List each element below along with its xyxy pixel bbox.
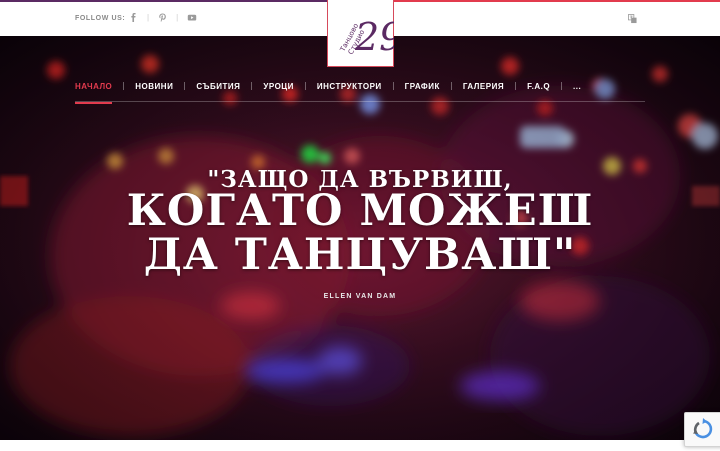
nav-divider — [251, 82, 253, 90]
nav-divider — [450, 82, 452, 90]
follow-us-label: FOLLOW US: — [75, 15, 126, 22]
nav-divider — [561, 82, 563, 90]
top-accent-line — [390, 0, 720, 2]
nav-item-schedule[interactable]: ГРАФИК — [405, 82, 440, 91]
logo-number: 29 — [354, 15, 394, 59]
translate-icon[interactable] — [628, 14, 637, 24]
quote-author: ELLEN VAN DAM — [323, 293, 397, 300]
nav-item-faq[interactable]: F.A.Q — [527, 82, 550, 91]
logo-graphic: Танцово Студио 29 — [338, 15, 394, 59]
recaptcha-icon — [693, 418, 713, 439]
nav-item-news[interactable]: НОВИНИ — [135, 82, 173, 91]
nav-divider — [392, 82, 394, 90]
hero-quote-line2: КОГАТО МОЖЕШ — [126, 186, 594, 236]
nav-divider — [515, 82, 517, 90]
nav-underline — [75, 101, 645, 102]
nav-divider — [184, 82, 186, 90]
studio-logo[interactable]: Танцово Студио 29 — [327, 0, 394, 67]
social-divider: | — [176, 13, 179, 22]
social-links: | | — [129, 13, 197, 22]
nav-item-more[interactable]: ... — [573, 82, 581, 91]
nav-item-lessons[interactable]: УРОЦИ — [263, 82, 294, 91]
nav-item-gallery[interactable]: ГАЛЕРИЯ — [463, 82, 504, 91]
social-divider: | — [147, 13, 150, 22]
hero-quote-line3: ДА ТАНЦУВАШ" — [143, 230, 577, 280]
page-bottom-strip — [0, 440, 720, 450]
nav-item-instructors[interactable]: ИНСТРУКТОРИ — [317, 82, 382, 91]
nav-divider — [123, 82, 125, 90]
nav-item-events[interactable]: СЪБИТИЯ — [196, 82, 240, 91]
nav-divider — [304, 82, 306, 90]
nav-item-home[interactable]: НАЧАЛО — [75, 82, 113, 104]
recaptcha-badge[interactable] — [684, 412, 720, 447]
pinterest-icon[interactable] — [158, 13, 167, 22]
main-nav: НАЧАЛО НОВИНИ СЪБИТИЯ УРОЦИ ИНСТРУКТОРИ … — [75, 80, 581, 104]
facebook-icon[interactable] — [129, 13, 138, 22]
youtube-icon[interactable] — [187, 13, 197, 22]
